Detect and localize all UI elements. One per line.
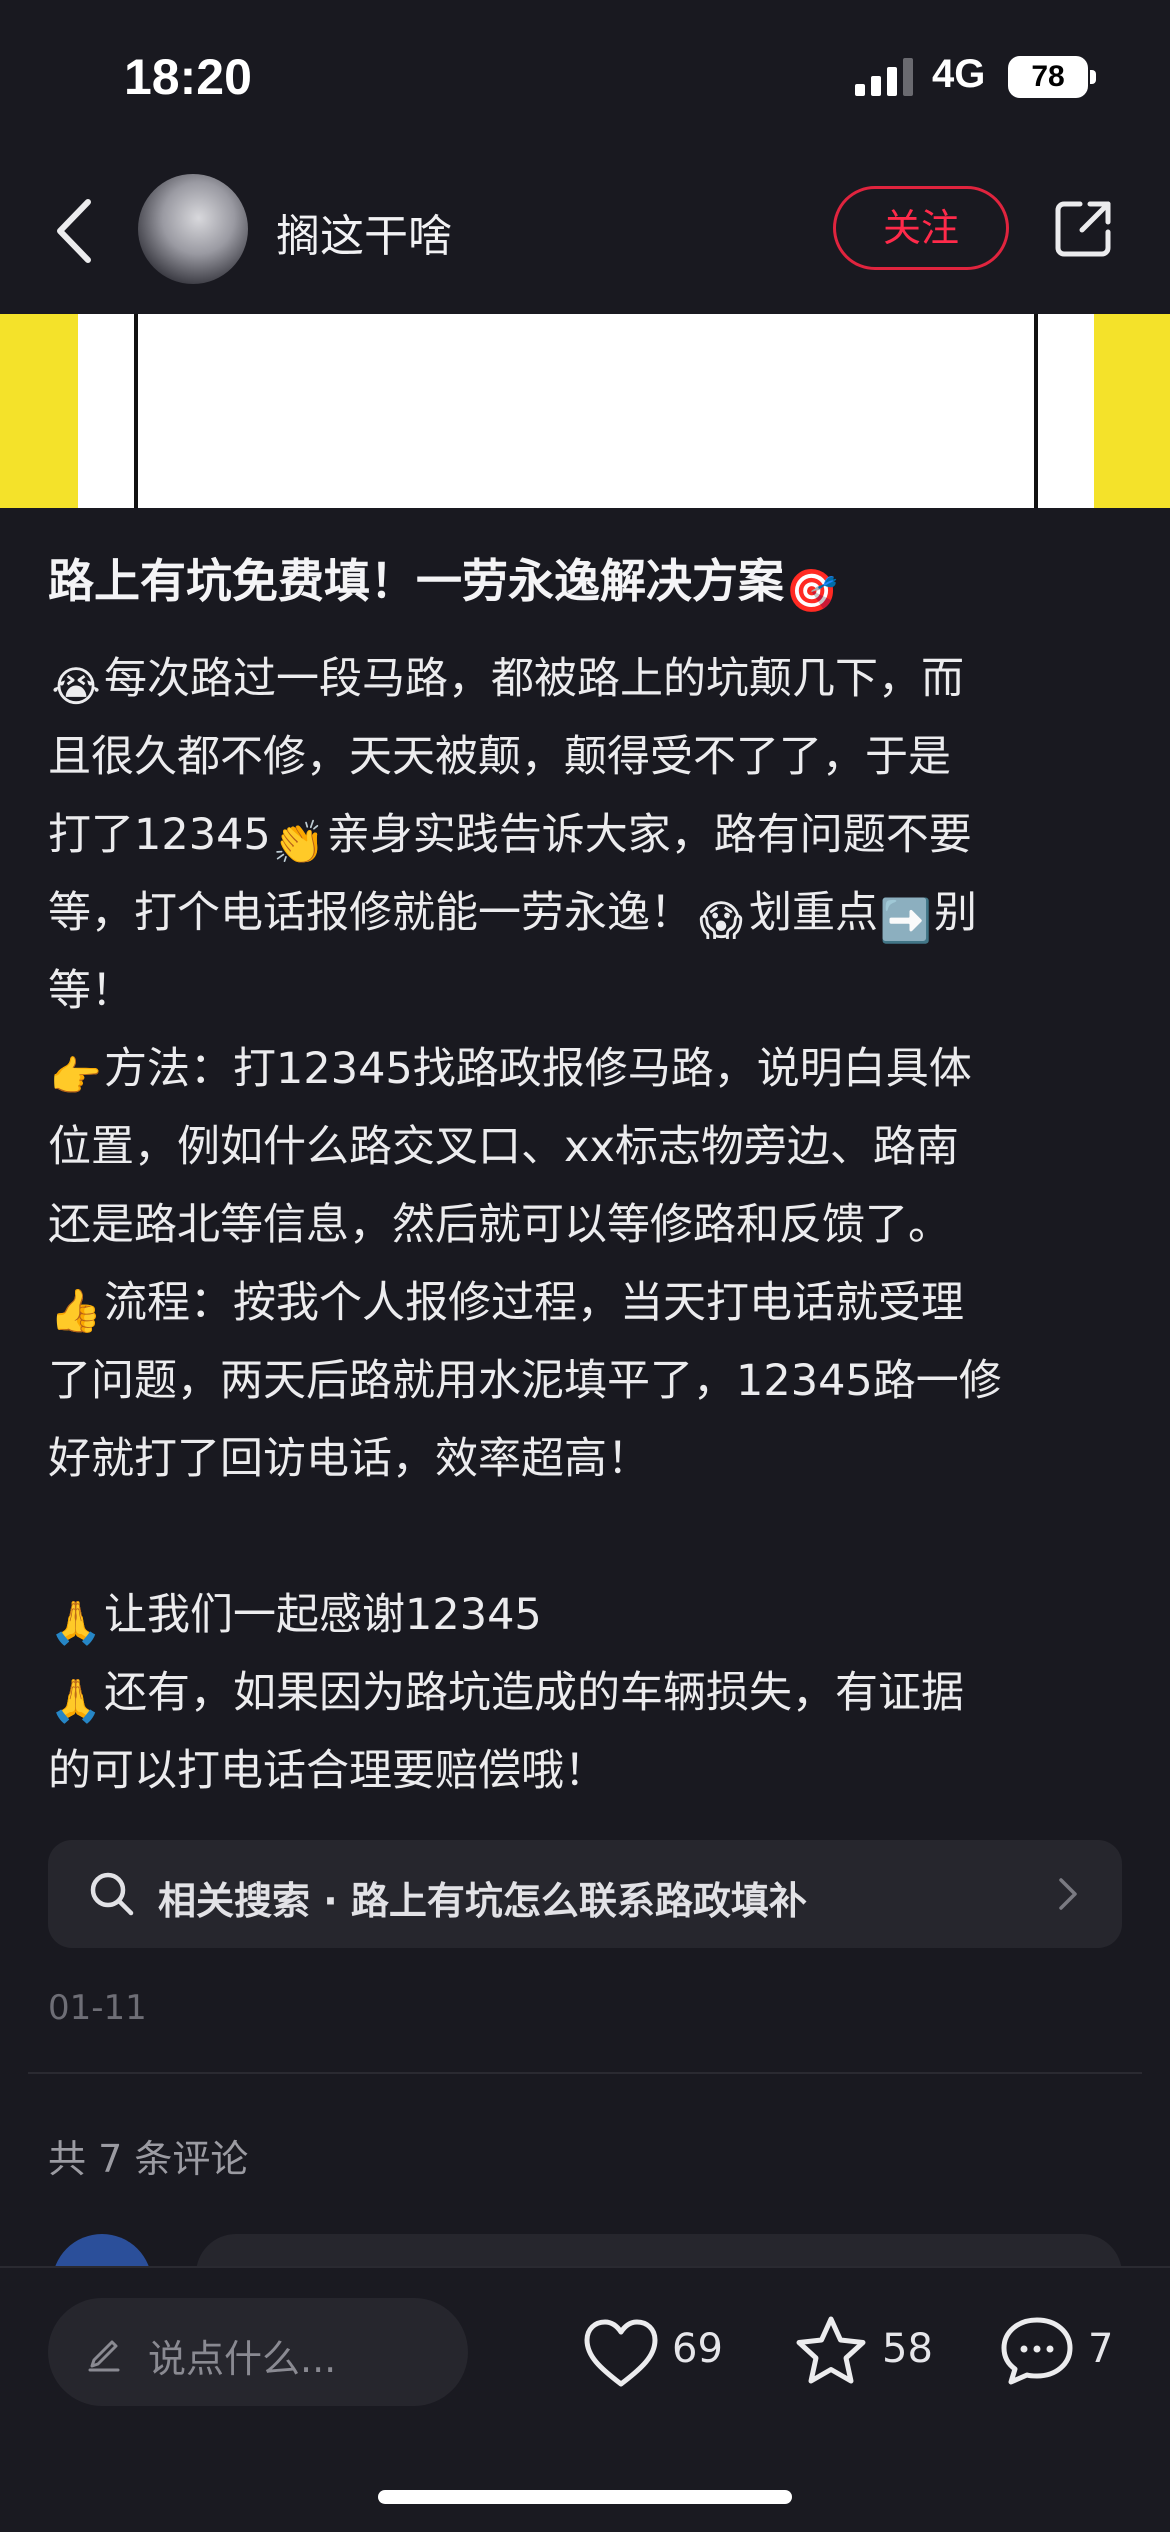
post-body-line: 好就打了回访电话，效率超高！ (48, 1420, 1133, 1498)
post-body-line: 了问题，两天后路就用水泥填平了，12345路一修 (48, 1342, 1133, 1420)
post-body-text: 让我们一起感谢12345 (104, 1590, 542, 1640)
post-body-line: 😭每次路过一段马路，都被路上的坑颠几下，而 (48, 640, 1133, 718)
post-date: 01-11 (48, 1988, 147, 2028)
home-indicator (378, 2490, 792, 2504)
post-body: 😭每次路过一段马路，都被路上的坑颠几下，而且很久都不修，天天被颠，颠得受不了了，… (48, 640, 1133, 1810)
post-body-text: 每次路过一段马路，都被路上的坑颠几下，而 (104, 654, 964, 704)
favorite-count: 58 (882, 2326, 933, 2372)
post-body-line: 🙏让我们一起感谢12345 (48, 1576, 1133, 1654)
post-body-line: 且很久都不修，天天被颠，颠得受不了了，于是 (48, 718, 1133, 796)
network-type: 4G (932, 52, 986, 96)
emoji-icon: 😱 (699, 896, 743, 945)
author-avatar[interactable] (138, 174, 248, 284)
post-body-line: 的可以打电话合理要赔偿哦！ (48, 1732, 1133, 1810)
star-icon[interactable] (792, 2314, 870, 2388)
post-title-text: 路上有坑免费填！一劳永逸解决方案 (48, 554, 784, 608)
comment-bubble-icon[interactable] (998, 2314, 1076, 2388)
image-inner-frame (134, 314, 1038, 508)
post-body-text: 好就打了回访电话，效率超高！ (48, 1434, 650, 1484)
pen-icon (88, 2340, 120, 2372)
post-body-line: 位置，例如什么路交叉口、xx标志物旁边、路南 (48, 1108, 1133, 1186)
share-icon[interactable] (1052, 196, 1116, 260)
signal-icon (855, 58, 913, 96)
author-name[interactable]: 搁这干啥 (276, 200, 452, 264)
post-body-line: 🙏还有，如果因为路坑造成的车辆损失，有证据 (48, 1654, 1133, 1732)
target-emoji-icon: 🎯 (785, 566, 839, 615)
post-body-text: 等！ (48, 966, 134, 1016)
emoji-icon: 👏 (272, 818, 325, 867)
post-body-line: 👉方法：打12345找路政报修马路，说明白具体 (48, 1030, 1133, 1108)
post-body-text: 等，打个电话报修就能一劳永逸！ (48, 888, 693, 938)
post-body-text: 位置，例如什么路交叉口、xx标志物旁边、路南 (48, 1122, 959, 1172)
emoji-icon: 👉 (49, 1052, 103, 1101)
post-body-text: 还是路北等信息，然后就可以等修路和反馈了。 (48, 1200, 951, 1250)
emoji-icon: 🙏 (49, 1676, 103, 1725)
battery-tip (1090, 70, 1096, 84)
post-body-text: 划重点 (749, 888, 878, 938)
emoji-icon: 👍 (49, 1286, 103, 1335)
post-body-line: 等！ (48, 952, 1133, 1030)
post-body-text: 流程：按我个人报修过程，当天打电话就受理 (104, 1278, 964, 1328)
divider (28, 2072, 1142, 2074)
emoji-icon: 🙏 (49, 1598, 103, 1647)
comment-count-label: 共 7 条评论 (48, 2137, 249, 2181)
post-body-text: 了问题，两天后路就用水泥填平了，12345路一修 (48, 1356, 1002, 1406)
back-arrow-icon[interactable] (50, 196, 100, 266)
image-card (78, 314, 1094, 508)
post-body-text: 的可以打电话合理要赔偿哦！ (48, 1746, 607, 1796)
status-time: 18:20 (124, 49, 252, 105)
post-body-text: 亲身实践告诉大家，路有问题不要 (326, 810, 972, 860)
comment-input-placeholder: 说点什么... (148, 2337, 337, 2381)
related-search-bar[interactable]: 相关搜索 · 路上有坑怎么联系路政填补 (48, 1840, 1122, 1948)
post-body-text: 方法：打12345找路政报修马路，说明白具体 (104, 1044, 972, 1094)
post-body-text: 别 (934, 888, 977, 938)
post-title: 路上有坑免费填！一劳永逸解决方案🎯 (48, 548, 1128, 616)
post-body-line: 等，打个电话报修就能一劳永逸！ 😱 划重点➡️别 (48, 874, 1133, 952)
related-search-text: 相关搜索 · 路上有坑怎么联系路政填补 (158, 1879, 807, 1923)
emoji-icon: ➡️ (879, 896, 933, 945)
post-body-line: 打了12345👏亲身实践告诉大家，路有问题不要 (48, 796, 1133, 874)
post-image[interactable] (0, 314, 1170, 508)
post-body-line: 还是路北等信息，然后就可以等修路和反馈了。 (48, 1186, 1133, 1264)
like-count: 69 (672, 2326, 723, 2372)
post-body-text: 打了12345 (48, 810, 271, 860)
search-icon (90, 1872, 134, 1916)
comment-input[interactable]: 说点什么... (48, 2298, 468, 2406)
post-body-text: 且很久都不修，天天被颠，颠得受不了了，于是 (48, 732, 951, 782)
post-body-line: 👍流程：按我个人报修过程，当天打电话就受理 (48, 1264, 1133, 1342)
chevron-right-icon (1059, 1878, 1077, 1910)
post-body-text: 还有，如果因为路坑造成的车辆损失，有证据 (104, 1668, 964, 1718)
battery-icon: 78 (1008, 56, 1088, 98)
heart-icon[interactable] (582, 2316, 660, 2390)
emoji-icon: 😭 (51, 662, 101, 711)
comment-count: 7 (1088, 2326, 1114, 2372)
follow-button[interactable]: 关注 (833, 186, 1009, 270)
post-body-line (48, 1498, 1133, 1576)
